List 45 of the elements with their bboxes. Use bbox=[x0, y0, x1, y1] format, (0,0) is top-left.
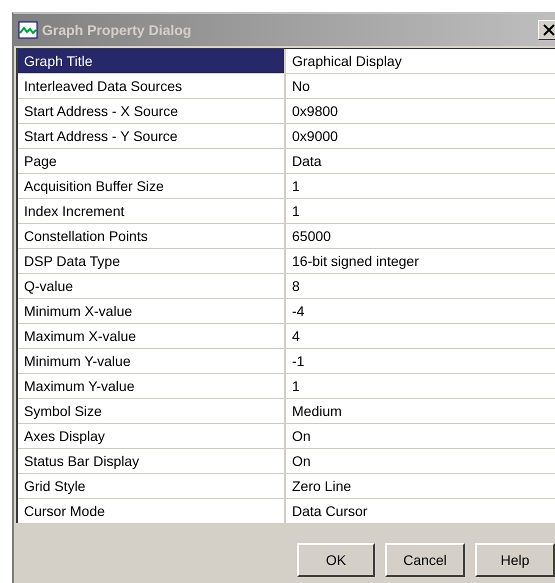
window-title: Graph Property Dialog bbox=[42, 22, 192, 38]
property-value[interactable]: 65000 bbox=[286, 224, 555, 249]
property-name[interactable]: Graph Title bbox=[18, 49, 286, 74]
cancel-button[interactable]: Cancel bbox=[385, 543, 465, 577]
graph-icon bbox=[18, 21, 38, 39]
property-name[interactable]: Symbol Size bbox=[18, 399, 286, 424]
property-value[interactable]: 16-bit signed integer bbox=[286, 249, 555, 274]
property-name[interactable]: Maximum Y-value bbox=[18, 374, 286, 399]
property-name[interactable]: Acquisition Buffer Size bbox=[18, 174, 286, 199]
property-value[interactable]: On bbox=[286, 424, 555, 449]
property-name[interactable]: Maximum X-value bbox=[18, 324, 286, 349]
property-name[interactable]: Minimum X-value bbox=[18, 299, 286, 324]
property-value[interactable]: Data Cursor bbox=[286, 499, 555, 524]
property-name[interactable]: Minimum Y-value bbox=[18, 349, 286, 374]
property-name[interactable]: Constellation Points bbox=[18, 224, 286, 249]
property-name[interactable]: Status Bar Display bbox=[18, 449, 286, 474]
property-name[interactable]: Start Address - Y Source bbox=[18, 124, 286, 149]
property-name[interactable]: DSP Data Type bbox=[18, 249, 286, 274]
close-icon bbox=[543, 24, 555, 36]
property-value[interactable]: Data bbox=[286, 149, 555, 174]
close-button[interactable] bbox=[538, 20, 555, 40]
property-value[interactable]: -1 bbox=[286, 349, 555, 374]
property-name[interactable]: Q-value bbox=[18, 274, 286, 299]
property-name[interactable]: Page bbox=[18, 149, 286, 174]
property-name[interactable]: Interleaved Data Sources bbox=[18, 74, 286, 99]
property-name[interactable]: Index Increment bbox=[18, 199, 286, 224]
property-value[interactable]: 1 bbox=[286, 374, 555, 399]
property-name[interactable]: Axes Display bbox=[18, 424, 286, 449]
ok-button[interactable]: OK bbox=[297, 543, 375, 577]
property-value[interactable]: Graphical Display bbox=[286, 49, 555, 74]
property-value[interactable]: 1 bbox=[286, 199, 555, 224]
property-name[interactable]: Start Address - X Source bbox=[18, 99, 286, 124]
property-value[interactable]: 0x9000 bbox=[286, 124, 555, 149]
property-value[interactable]: Medium bbox=[286, 399, 555, 424]
property-value[interactable]: -4 bbox=[286, 299, 555, 324]
property-value[interactable]: 8 bbox=[286, 274, 555, 299]
property-name[interactable]: Cursor Mode bbox=[18, 499, 286, 524]
property-name[interactable]: Grid Style bbox=[18, 474, 286, 499]
property-value[interactable]: Zero Line bbox=[286, 474, 555, 499]
property-value[interactable]: 0x9800 bbox=[286, 99, 555, 124]
property-value[interactable]: No bbox=[286, 74, 555, 99]
help-button[interactable]: Help bbox=[475, 543, 555, 577]
property-value[interactable]: 4 bbox=[286, 324, 555, 349]
property-value[interactable]: On bbox=[286, 449, 555, 474]
property-value[interactable]: 1 bbox=[286, 174, 555, 199]
